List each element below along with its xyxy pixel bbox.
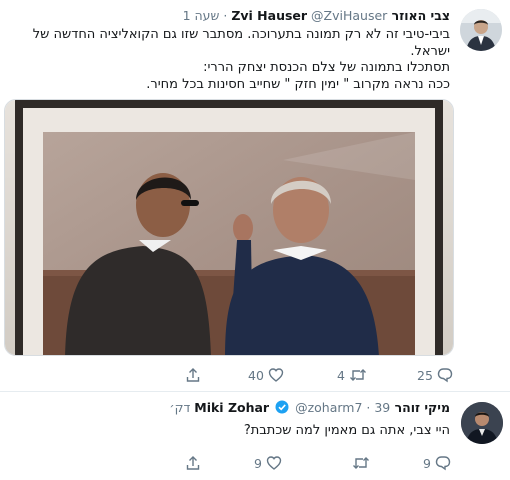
like-button[interactable]: 9 xyxy=(254,455,282,471)
tweet-text-line: היי צבי, אתה גם מאמין למה שכתבת? xyxy=(243,423,450,438)
tweet-text: ביבי-טיבי זה לא רק תמונה בתערוכה. מסתבר … xyxy=(10,27,450,93)
reply-count: 25 xyxy=(417,367,433,383)
framed-photo-image xyxy=(5,100,453,355)
separator: · xyxy=(223,8,228,23)
tweet-text-line: ישראל. xyxy=(410,43,450,59)
reply-button[interactable]: 25 xyxy=(417,367,453,383)
retweet-icon xyxy=(353,457,369,469)
share-button[interactable] xyxy=(185,455,201,471)
tweet-header: מיקי זוהר Miki Zohar @zoharm7 · 39 דק׳ xyxy=(169,400,450,418)
like-icon xyxy=(266,456,282,470)
retweet-button[interactable]: 4 xyxy=(337,367,367,383)
like-button[interactable]: 40 xyxy=(248,367,284,383)
tweet-text-line: ביבי-טיבי זה לא רק תמונה בתערוכה. מסתבר … xyxy=(32,27,450,42)
tweet-actions: 9 9 xyxy=(4,455,464,475)
tweet-zvi-hauser[interactable]: צבי האוזר Zvi Hauser @ZviHauser · שעה 1 … xyxy=(0,0,510,392)
author-handle[interactable]: @zoharm7 xyxy=(295,400,362,415)
reply-icon xyxy=(437,368,453,383)
reply-icon xyxy=(435,456,451,471)
retweet-count: 4 xyxy=(337,367,345,383)
tweet-photo[interactable] xyxy=(4,99,454,356)
tweet-text: היי צבי, אתה גם מאמין למה שכתבת? xyxy=(10,423,450,440)
tweet-header: צבי האוזר Zvi Hauser @ZviHauser · שעה 1 xyxy=(183,8,450,24)
retweet-button[interactable] xyxy=(352,455,370,471)
like-icon xyxy=(268,368,284,382)
verified-badge-icon xyxy=(275,400,289,418)
tweet-actions: 40 4 25 xyxy=(4,367,464,387)
share-icon xyxy=(186,368,200,382)
tweet-miki-zohar[interactable]: מיקי זוהר Miki Zohar @zoharm7 · 39 דק׳ ה… xyxy=(0,393,510,480)
share-icon xyxy=(186,456,200,470)
avatar[interactable] xyxy=(460,9,502,51)
tweet-text-line: ככה נראה מקרוב " ימין חזק " שחייב חסינות… xyxy=(146,76,450,92)
tweet-text-line: תסתכלו בתמונה של צלם הכנסת יצחק הררי: xyxy=(203,60,450,75)
share-button[interactable] xyxy=(185,367,201,383)
author-handle[interactable]: @ZviHauser xyxy=(311,8,387,23)
reply-count: 9 xyxy=(423,455,431,471)
avatar[interactable] xyxy=(461,402,503,444)
like-count: 40 xyxy=(248,367,264,383)
timestamp[interactable]: שעה 1 xyxy=(183,8,220,23)
separator: · xyxy=(366,400,371,415)
retweet-icon xyxy=(349,369,366,381)
like-count: 9 xyxy=(254,455,262,471)
reply-button[interactable]: 9 xyxy=(423,455,451,471)
